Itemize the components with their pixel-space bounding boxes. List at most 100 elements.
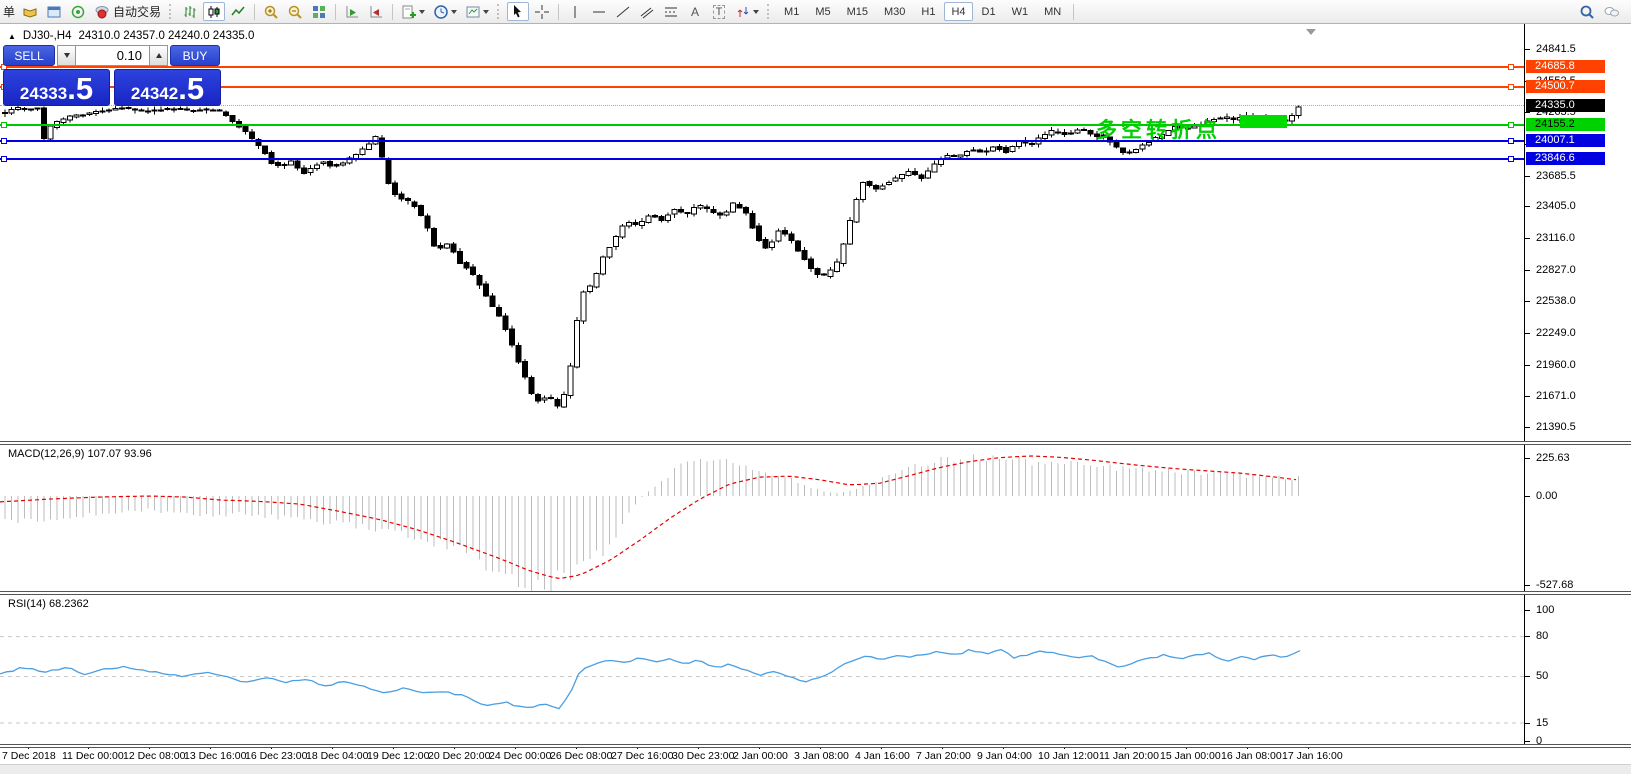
axis-tick-label: 23405.0 — [1536, 200, 1576, 212]
time-axis-border — [0, 744, 1631, 748]
price-axis-border — [1524, 23, 1525, 745]
bar-chart-button[interactable] — [179, 2, 201, 21]
new-order-button[interactable] — [19, 2, 41, 21]
buy-price-main: 24342 — [131, 78, 178, 109]
new-chart-button[interactable] — [398, 2, 428, 21]
auto-scroll-button[interactable] — [341, 2, 363, 21]
template-icon — [465, 4, 481, 20]
buy-label: BUY — [183, 49, 208, 63]
channel-tool-button[interactable] — [636, 2, 658, 21]
equidistant-channel-icon — [639, 4, 655, 20]
volume-increase-button[interactable] — [149, 45, 168, 66]
axis-tick-mark — [1525, 176, 1530, 177]
time-tick-label: 11 Jan 20:00 — [1099, 750, 1159, 762]
volume-decrease-button[interactable] — [57, 45, 76, 66]
periods-button[interactable] — [430, 2, 460, 21]
collapse-icon[interactable]: ▲ — [8, 32, 16, 41]
volume-input[interactable] — [76, 45, 149, 66]
macd-splitter[interactable] — [0, 441, 1631, 445]
vertical-line-tool-button[interactable] — [564, 2, 586, 21]
chat-button[interactable] — [1600, 2, 1624, 21]
timeframe-group: M1M5M15M30H1H4D1W1MN — [776, 2, 1069, 21]
time-tick-label: 16 Jan 08:00 — [1221, 750, 1282, 762]
timeframe-m15[interactable]: M15 — [840, 2, 875, 21]
chart-ohlc-values: 24310.0 24357.0 24240.0 24335.0 — [79, 30, 255, 42]
timeframe-m1[interactable]: M1 — [777, 2, 806, 21]
axis-tick-mark — [1525, 301, 1530, 302]
timeframe-d1[interactable]: D1 — [975, 2, 1003, 21]
timeframe-m30[interactable]: M30 — [877, 2, 912, 21]
axis-tick-mark — [1525, 270, 1530, 271]
search-icon — [1579, 4, 1595, 20]
line-chart-button[interactable] — [227, 2, 249, 21]
buy-button[interactable]: BUY — [170, 45, 220, 66]
axis-tick-label: 21671.0 — [1536, 390, 1576, 402]
zoom-in-button[interactable] — [260, 2, 282, 21]
rsi-splitter[interactable] — [0, 591, 1631, 595]
macd-histogram — [5, 455, 1299, 592]
rsi-label: RSI(14) 68.2362 — [8, 598, 89, 610]
signals-button[interactable] — [67, 2, 89, 21]
text-tool-button[interactable]: A — [684, 2, 706, 21]
auto-scroll-icon — [344, 4, 360, 20]
timeframe-h4[interactable]: H4 — [944, 2, 972, 21]
sell-label: SELL — [14, 49, 43, 63]
chart-canvas[interactable] — [0, 0, 1631, 774]
timeframe-m5[interactable]: M5 — [808, 2, 837, 21]
label-tool-icon: T — [713, 5, 726, 19]
cursor-tool-button[interactable] — [507, 2, 529, 21]
time-tick-label: 17 Jan 16:00 — [1282, 750, 1343, 762]
candlestick-chart-button[interactable] — [203, 2, 225, 21]
axis-tick-label: -527.68 — [1536, 579, 1573, 591]
horizontal-line-tool-button[interactable] — [588, 2, 610, 21]
time-tick-label: 26 Dec 08:00 — [550, 750, 612, 762]
time-tick-label: 15 Jan 00:00 — [1160, 750, 1221, 762]
timeframe-w1[interactable]: W1 — [1005, 2, 1036, 21]
horizontal-line-icon — [591, 4, 607, 20]
fibonacci-tool-button[interactable] — [660, 2, 682, 21]
label-tool-button[interactable]: T — [708, 2, 730, 21]
text-tool-icon: A — [691, 5, 699, 19]
toolbar-separator — [335, 4, 336, 20]
sell-price-main: 24333 — [20, 78, 67, 109]
sell-price-frac: .5 — [67, 73, 93, 104]
vertical-line-icon — [567, 4, 583, 20]
axis-tick-label: 21960.0 — [1536, 359, 1576, 371]
buy-price-button[interactable]: 24342 .5 — [114, 69, 221, 106]
sell-price-button[interactable]: 24333 .5 — [3, 69, 110, 106]
toolbar-separator — [1073, 4, 1074, 20]
menu-text[interactable]: 单 — [0, 3, 18, 20]
axis-tick-label: 100 — [1536, 604, 1554, 616]
arrows-tool-button[interactable] — [732, 2, 762, 21]
time-tick-label: 19 Dec 12:00 — [367, 750, 429, 762]
timeframe-mn[interactable]: MN — [1037, 2, 1068, 21]
trendline-tool-button[interactable] — [612, 2, 634, 21]
search-button[interactable] — [1576, 2, 1598, 21]
time-tick-label: 30 Dec 23:00 — [672, 750, 734, 762]
timeframe-h1[interactable]: H1 — [914, 2, 942, 21]
chart-shift-button[interactable] — [365, 2, 387, 21]
chart-annotation-text[interactable]: 多空转折点 — [1096, 114, 1221, 144]
crosshair-tool-button[interactable] — [531, 2, 553, 21]
axis-tick-mark — [1525, 585, 1530, 586]
time-tick-label: 7 Jan 20:00 — [916, 750, 971, 762]
axis-tick-label: 22827.0 — [1536, 264, 1576, 276]
chart-window-icon — [46, 4, 62, 20]
toolbar-grip — [497, 4, 502, 19]
time-tick-label: 27 Dec 16:00 — [611, 750, 673, 762]
autotrading-label: 自动交易 — [113, 3, 161, 20]
candles-layer — [3, 105, 1302, 408]
axis-tick-mark — [1525, 49, 1530, 50]
autotrading-button[interactable]: 自动交易 — [91, 2, 164, 21]
sell-button[interactable]: SELL — [3, 45, 55, 66]
chart-shift-marker[interactable] — [1306, 29, 1316, 35]
zoom-out-button[interactable] — [284, 2, 306, 21]
templates-button[interactable] — [462, 2, 492, 21]
tile-windows-button[interactable] — [308, 2, 330, 21]
price-badge-24155.2: 24155.2 — [1526, 118, 1605, 131]
triangle-down-icon — [64, 53, 70, 58]
axis-tick-mark — [1525, 333, 1530, 334]
time-tick-label: 18 Dec 04:00 — [306, 750, 368, 762]
market-watch-button[interactable] — [43, 2, 65, 21]
main-toolbar: 单 自动交易 — [0, 0, 1631, 24]
